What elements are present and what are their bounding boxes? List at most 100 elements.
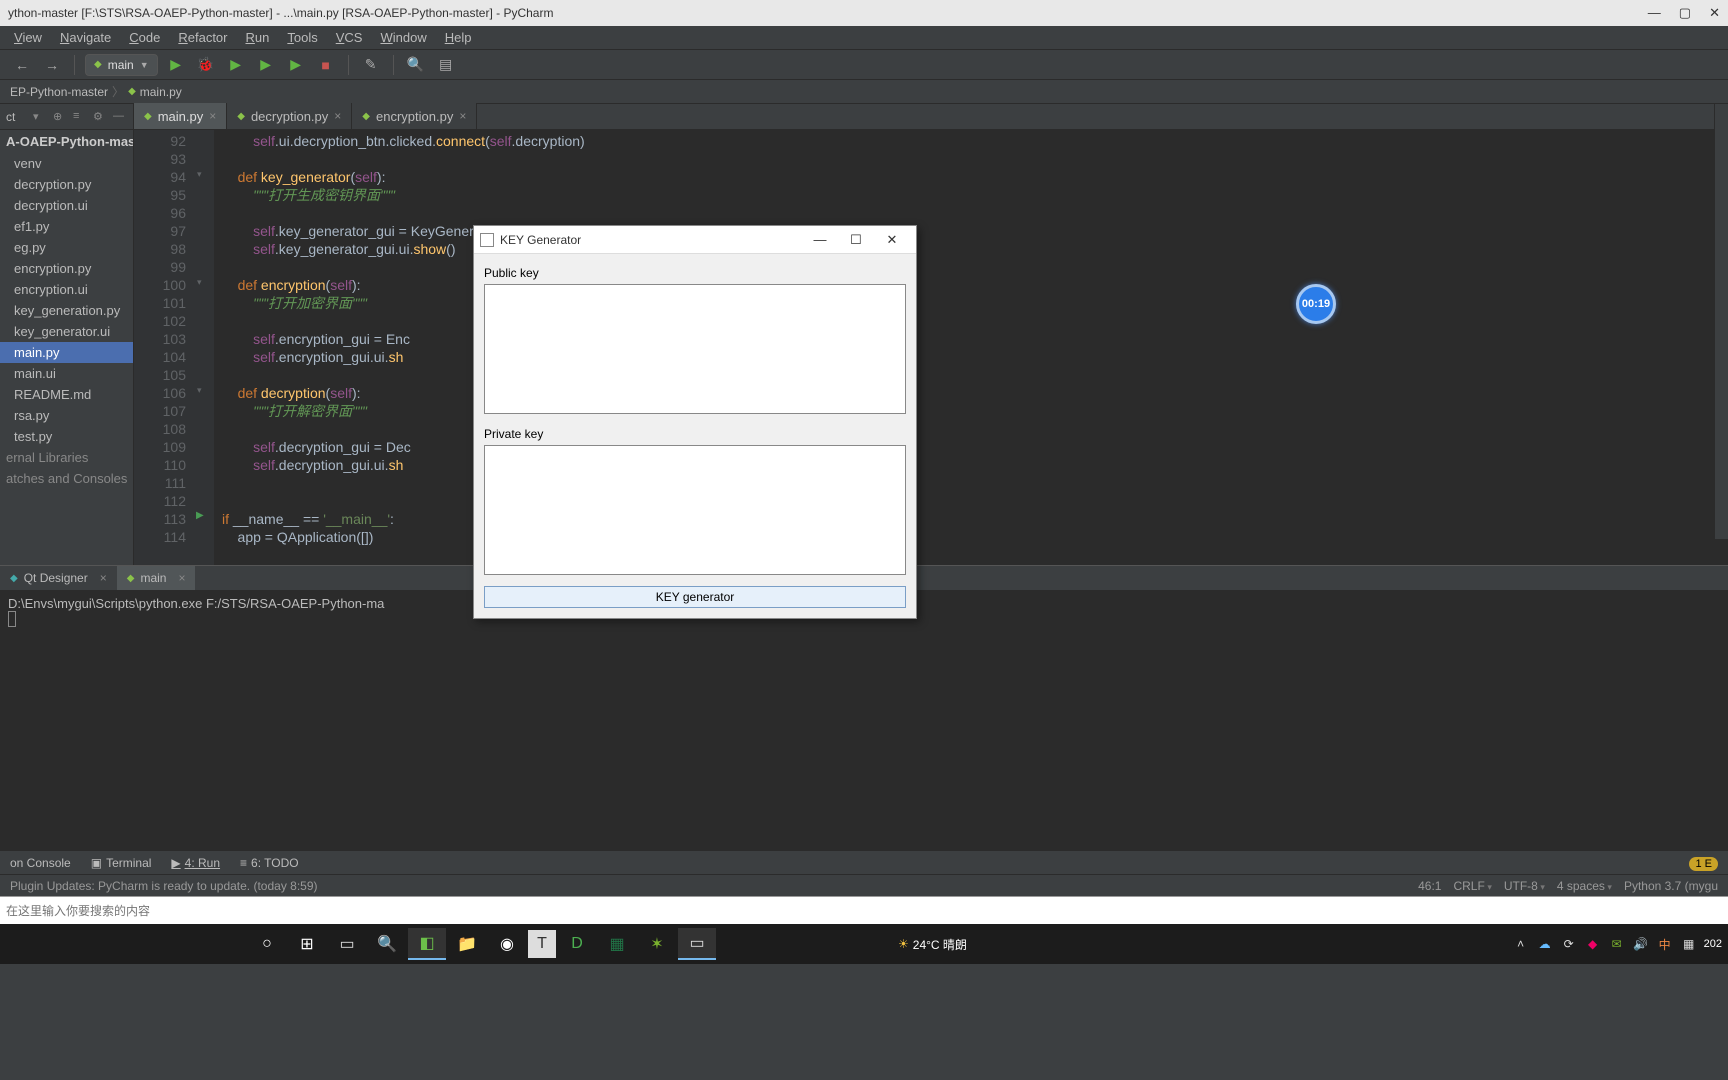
menu-view[interactable]: View — [6, 28, 50, 47]
weather-widget[interactable]: ☀24°C 晴朗 — [898, 936, 967, 953]
text-app-icon[interactable]: T — [528, 930, 556, 958]
tray-up-icon[interactable]: ˄ — [1512, 935, 1530, 953]
tool-6-todo[interactable]: ≡6: TODO — [240, 856, 299, 870]
run-config-selector[interactable]: ◆ main ▼ — [85, 54, 158, 76]
stop-icon[interactable]: ■ — [314, 53, 338, 77]
tray-sync-icon[interactable]: ⟳ — [1560, 935, 1578, 953]
dialog-titlebar[interactable]: KEY Generator — ☐ ✕ — [474, 226, 916, 254]
timer-overlay[interactable]: 00:19 — [1296, 284, 1336, 324]
tool-4-run[interactable]: ▶4: Run — [171, 856, 220, 870]
minimize-icon[interactable]: — — [1648, 5, 1661, 21]
menu-vcs[interactable]: VCS — [328, 28, 371, 47]
event-log-badge[interactable]: 1 E — [1689, 856, 1718, 870]
close-icon[interactable]: ✕ — [1709, 5, 1720, 21]
private-key-field[interactable] — [484, 445, 906, 575]
tree-item-README-md[interactable]: README.md — [0, 384, 133, 405]
tray-chat-icon[interactable]: ✉ — [1608, 935, 1626, 953]
coverage-icon[interactable]: ▶ — [224, 53, 248, 77]
right-scrollbar-gutter[interactable] — [1714, 104, 1728, 539]
tray-time[interactable]: 202 — [1704, 938, 1722, 950]
target-icon[interactable]: ⊕ — [53, 110, 67, 124]
close-tab-icon[interactable]: × — [334, 109, 341, 123]
taskview-icon[interactable]: ⊞ — [288, 928, 326, 960]
menu-code[interactable]: Code — [121, 28, 168, 47]
folder-icon[interactable]: 📁 — [448, 928, 486, 960]
status-utf-8[interactable]: UTF-8 — [1504, 879, 1545, 893]
tab-encryption-py[interactable]: ◆encryption.py× — [352, 103, 477, 129]
git-icon[interactable]: ✎ — [359, 53, 383, 77]
code-content[interactable]: self.ui.decryption_btn.clicked.connect(s… — [214, 130, 1728, 565]
chrome-icon[interactable]: ◉ — [488, 928, 526, 960]
code-editor[interactable]: 92 93 94 95 96 97 98 99 100 101 102 103 … — [134, 130, 1728, 565]
tab-decryption-py[interactable]: ◆decryption.py× — [227, 103, 352, 129]
app-d-icon[interactable]: D — [558, 928, 596, 960]
menu-window[interactable]: Window — [372, 28, 434, 47]
tray-ime-icon[interactable]: 中 — [1656, 935, 1674, 953]
maximize-icon[interactable]: ▢ — [1679, 5, 1691, 21]
tool-on-console[interactable]: on Console — [10, 856, 71, 870]
close-tab-icon[interactable]: × — [209, 109, 216, 123]
tray-security-icon[interactable]: ◆ — [1584, 935, 1602, 953]
public-key-field[interactable] — [484, 284, 906, 414]
search-icon[interactable]: 🔍 — [404, 53, 428, 77]
tree-item-main-ui[interactable]: main.ui — [0, 363, 133, 384]
menu-help[interactable]: Help — [437, 28, 480, 47]
run-icon[interactable]: ▶ — [164, 53, 188, 77]
close-icon[interactable]: × — [100, 571, 107, 585]
run-tab-qt-designer[interactable]: ◆ Qt Designer × — [0, 566, 117, 590]
pycharm-icon[interactable]: ◧ — [408, 928, 446, 960]
tree-item-key_generation-py[interactable]: key_generation.py — [0, 300, 133, 321]
breadcrumb-root[interactable]: EP-Python-master — [10, 85, 108, 99]
menu-tools[interactable]: Tools — [279, 28, 325, 47]
tree-item-venv[interactable]: venv — [0, 153, 133, 174]
tree-item-decryption-py[interactable]: decryption.py — [0, 174, 133, 195]
breadcrumb-file[interactable]: main.py — [140, 85, 182, 99]
menu-refactor[interactable]: Refactor — [170, 28, 235, 47]
tab-main-py[interactable]: ◆main.py× — [134, 103, 227, 129]
filter-icon[interactable]: ≡ — [73, 110, 87, 124]
tree-section[interactable]: ernal Libraries — [0, 447, 133, 468]
debug-icon[interactable]: 🐞 — [194, 53, 218, 77]
search-input[interactable] — [6, 904, 1722, 918]
collapse-icon[interactable]: — — [113, 110, 127, 124]
console-output[interactable]: D:\Envs\mygui\Scripts\python.exe F:/STS/… — [0, 590, 1728, 850]
tree-item-test-py[interactable]: test.py — [0, 426, 133, 447]
tool-terminal[interactable]: ▣Terminal — [91, 856, 152, 870]
back-icon[interactable]: ← — [10, 53, 34, 77]
close-tab-icon[interactable]: × — [459, 109, 466, 123]
project-tree[interactable]: A-OAEP-Python-mastervenvdecryption.pydec… — [0, 130, 134, 565]
close-icon[interactable]: × — [178, 571, 185, 585]
tree-item-main-py[interactable]: main.py — [0, 342, 133, 363]
generate-key-button[interactable]: KEY generator — [484, 586, 906, 608]
tree-item-eg-py[interactable]: eg.py — [0, 237, 133, 258]
gear-icon[interactable]: ⚙ — [93, 110, 107, 124]
structure-icon[interactable]: ▤ — [434, 53, 458, 77]
status-crlf[interactable]: CRLF — [1453, 879, 1491, 893]
tree-root[interactable]: A-OAEP-Python-master — [0, 130, 133, 153]
profile-icon[interactable]: ▶ — [254, 53, 278, 77]
tray-cal-icon[interactable]: ▦ — [1680, 935, 1698, 953]
status-python-3-7-mygu[interactable]: Python 3.7 (mygu — [1624, 879, 1718, 893]
keygen-window-icon[interactable]: ▭ — [678, 928, 716, 960]
cortana-icon[interactable]: ○ — [248, 928, 286, 960]
app-excel-icon[interactable]: ▦ — [598, 928, 636, 960]
tray-cloud-icon[interactable]: ☁ — [1536, 935, 1554, 953]
minimize-icon[interactable]: — — [802, 232, 838, 247]
concurrency-icon[interactable]: ▶ — [284, 53, 308, 77]
tree-item-decryption-ui[interactable]: decryption.ui — [0, 195, 133, 216]
os-search-bar[interactable] — [0, 896, 1728, 924]
maximize-icon[interactable]: ☐ — [838, 232, 874, 248]
tree-item-encryption-py[interactable]: encryption.py — [0, 258, 133, 279]
chevron-down-icon[interactable]: ▾ — [33, 110, 47, 124]
explorer-icon[interactable]: ▭ — [328, 928, 366, 960]
menu-run[interactable]: Run — [238, 28, 278, 47]
tree-item-key_generator-ui[interactable]: key_generator.ui — [0, 321, 133, 342]
close-icon[interactable]: ✕ — [874, 232, 910, 248]
run-gutter-icon[interactable]: ▶ — [196, 510, 204, 521]
tree-section[interactable]: atches and Consoles — [0, 468, 133, 489]
tray-volume-icon[interactable]: 🔊 — [1632, 935, 1650, 953]
tree-item-ef1-py[interactable]: ef1.py — [0, 216, 133, 237]
search-app-icon[interactable]: 🔍 — [368, 928, 406, 960]
menu-navigate[interactable]: Navigate — [52, 28, 119, 47]
wechat-icon[interactable]: ✶ — [638, 928, 676, 960]
